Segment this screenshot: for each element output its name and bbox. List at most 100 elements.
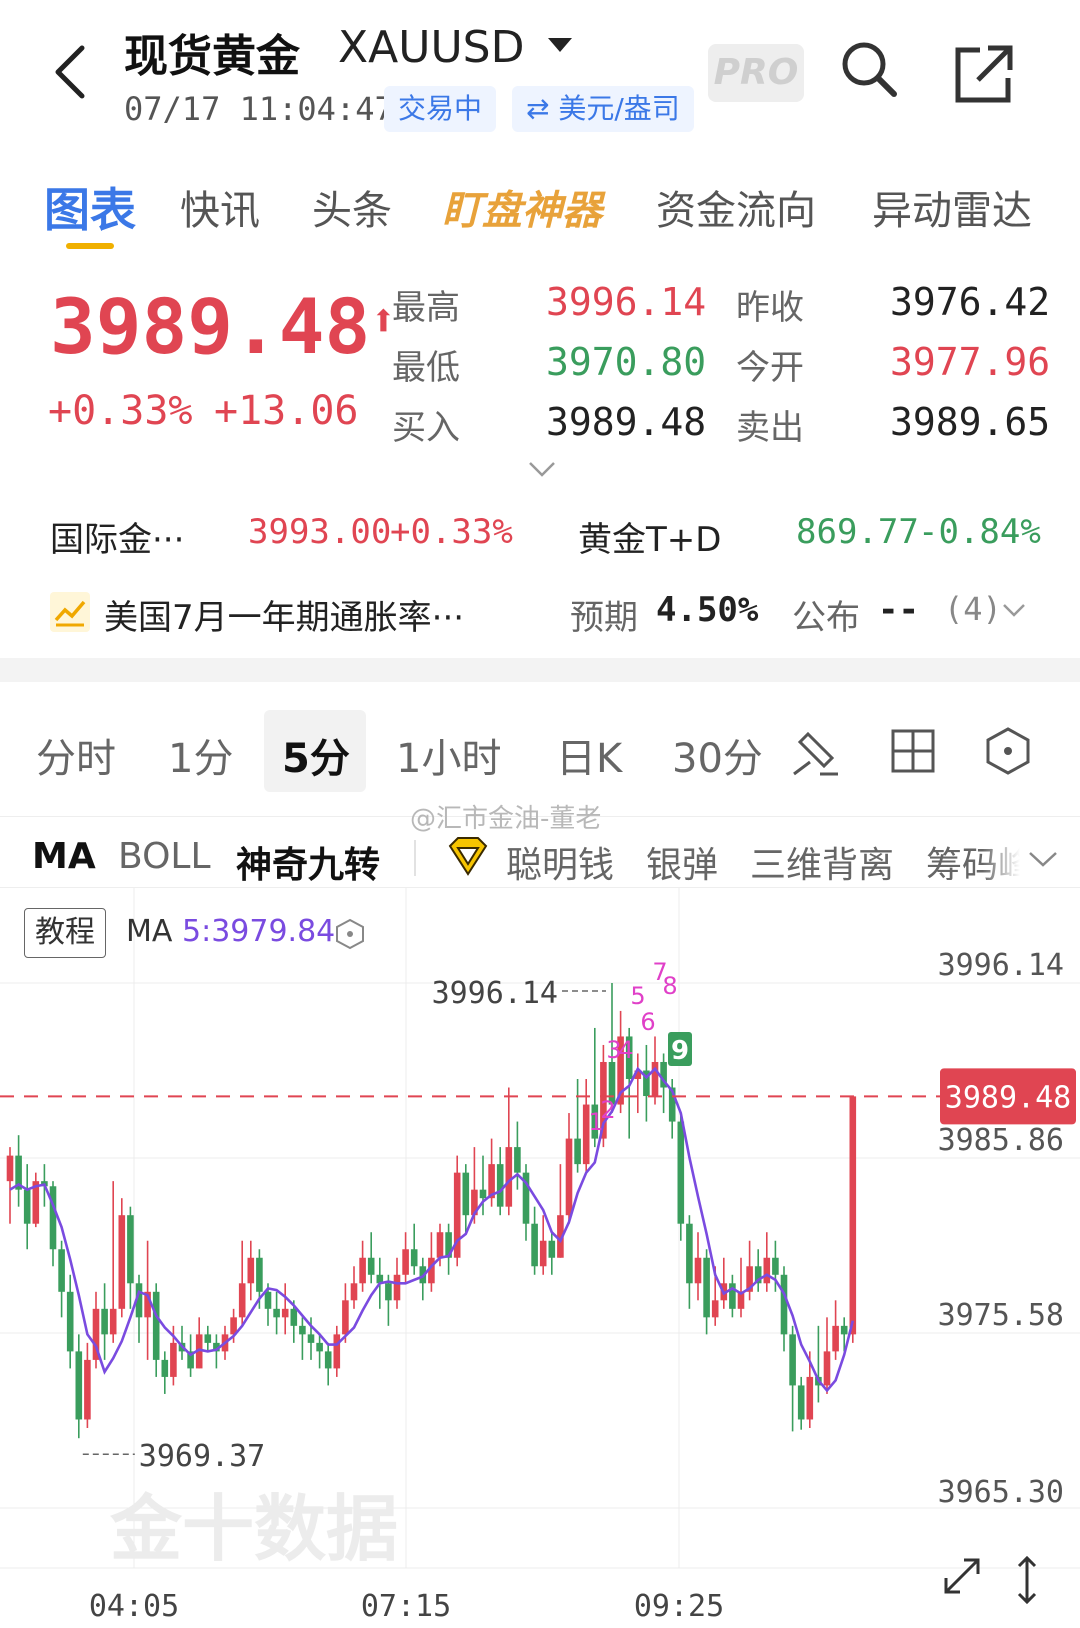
tab-anomaly-radar[interactable]: 异动雷达 (872, 178, 1032, 236)
low-value: 3970.80 (546, 340, 707, 384)
unit-toggle-chip[interactable]: ⇄ 美元/盎司 (512, 86, 694, 132)
gold-td-name[interactable]: 黄金T+D (578, 512, 721, 561)
external-share-icon (955, 45, 1013, 103)
period-tab-1h[interactable]: 1小时 (396, 726, 501, 784)
search-button[interactable] (838, 38, 902, 102)
candle-body (832, 1325, 839, 1352)
hexagon-settings-icon (336, 918, 364, 950)
indicator-tab-smart-money[interactable]: 聪明钱 (506, 836, 614, 888)
active-tab-indicator (66, 243, 114, 249)
indicator-tab-ma[interactable]: MA (32, 836, 96, 877)
event-title[interactable]: 美国7月一年期通胀率··· (104, 590, 464, 639)
y-tick-label: 3985.86 (938, 1123, 1064, 1158)
candle-body (161, 1359, 169, 1377)
tab-flash-news[interactable]: 快讯 (180, 178, 260, 236)
ask-label: 卖出 (736, 408, 804, 448)
share-button[interactable] (952, 42, 1016, 106)
candle-body (789, 1334, 796, 1386)
quote-datetime: 07/17 11:04:47 (124, 90, 394, 128)
y-tick-label: 3975.58 (938, 1298, 1064, 1333)
td-count-label: 2 (600, 1096, 615, 1124)
indicator-tab-boll[interactable]: BOLL (118, 836, 211, 877)
candle-body (281, 1308, 289, 1318)
period-tab-daily[interactable]: 日K (556, 726, 622, 784)
indicator-more-button[interactable] (1028, 850, 1058, 872)
event-expand-button[interactable] (1002, 602, 1026, 622)
layout-grid-button[interactable] (890, 728, 936, 778)
candle-body (238, 1283, 246, 1318)
candle-body (299, 1325, 306, 1335)
symbol-dropdown-caret-icon[interactable] (548, 38, 572, 52)
expand-quote-button[interactable] (528, 460, 556, 482)
high-label: 最高 (392, 288, 460, 328)
candle-body (393, 1274, 401, 1301)
change-percent: +0.33% (48, 388, 193, 434)
candle-body (324, 1351, 332, 1369)
event-publish-value: -- (878, 590, 919, 630)
tab-chart[interactable]: 图表 (44, 174, 136, 240)
instrument-title: 现货黄金 (124, 31, 300, 82)
period-tab-30m[interactable]: 30分 (672, 726, 763, 784)
candle-body (694, 1257, 702, 1284)
grid-layout-icon (891, 729, 935, 773)
x-tick-label: 09:25 (634, 1589, 724, 1624)
low-label: 最低 (392, 348, 460, 388)
candle-body (6, 1155, 14, 1182)
economic-event-icon (50, 592, 90, 632)
period-tab-timeshare[interactable]: 分时 (36, 726, 116, 784)
trading-status-chip: 交易中 (384, 86, 497, 132)
indicator-tab-silver-bullet[interactable]: 银弹 (646, 836, 718, 888)
indicator-tab-td9[interactable]: 神奇九转 (236, 836, 380, 888)
candle-body (84, 1359, 91, 1420)
intl-gold-name[interactable]: 国际金··· (50, 512, 184, 561)
ma-label: MA (126, 914, 173, 949)
intl-gold-pct: +0.33% (390, 512, 513, 552)
candle-body (505, 1147, 513, 1207)
indicator-separator (414, 840, 416, 876)
candle-body (780, 1274, 788, 1335)
candle-body (75, 1351, 83, 1420)
ma-settings-button[interactable] (334, 918, 366, 954)
candle-body (350, 1283, 358, 1301)
candle-body (264, 1291, 272, 1309)
fullscreen-button[interactable] (940, 1554, 984, 1602)
period-tab-1m[interactable]: 1分 (168, 726, 233, 784)
search-icon (842, 42, 897, 97)
candle-body (58, 1249, 65, 1292)
indicator-tab-3d-divergence[interactable]: 三维背离 (750, 836, 894, 888)
indicator-tab-chip-peak-clip: 筹码峰 (926, 836, 1020, 880)
tab-watch-tool[interactable]: 盯盘神器 (442, 178, 602, 236)
ma5-line (9, 1066, 855, 1393)
chevron-down-icon (1003, 604, 1025, 617)
tab-fund-flow[interactable]: 资金流向 (656, 178, 816, 236)
event-expected-value: 4.50% (656, 590, 759, 630)
tab-headlines[interactable]: 头条 (312, 178, 392, 236)
candle-body (797, 1385, 805, 1420)
event-count[interactable]: (4) (944, 590, 1002, 628)
vertical-scale-button[interactable] (1014, 1554, 1040, 1610)
x-tick-label: 07:15 (361, 1589, 451, 1624)
low-marker-label: 3969.37 (139, 1439, 265, 1474)
current-price-tag: 3989.48 (945, 1080, 1071, 1115)
draw-tool-button[interactable] (790, 726, 842, 782)
period-tab-5m[interactable]: 5分 (282, 726, 350, 784)
prev-close-label: 昨收 (736, 288, 804, 328)
candle-body (170, 1342, 177, 1377)
back-arrow-icon (55, 45, 85, 99)
instrument-symbol[interactable]: XAUUSD (338, 22, 524, 73)
candle-body (772, 1257, 779, 1275)
smart-money-gem-icon (446, 836, 490, 880)
chart-settings-button[interactable] (984, 726, 1032, 780)
candle-body (410, 1249, 418, 1267)
high-value: 3996.14 (546, 280, 707, 324)
section-divider (0, 658, 1080, 682)
back-button[interactable] (48, 42, 96, 102)
indicator-tab-chip-peak[interactable]: 筹码峰 (926, 836, 1020, 880)
current-price: 3989.48⬆ (50, 282, 397, 371)
pro-badge[interactable]: PRO (708, 44, 804, 102)
candle-body (703, 1257, 710, 1318)
bid-label: 买入 (392, 408, 460, 448)
ask-value: 3989.65 (890, 400, 1051, 444)
candle-body (496, 1164, 504, 1207)
tutorial-button[interactable]: 教程 (24, 908, 106, 958)
